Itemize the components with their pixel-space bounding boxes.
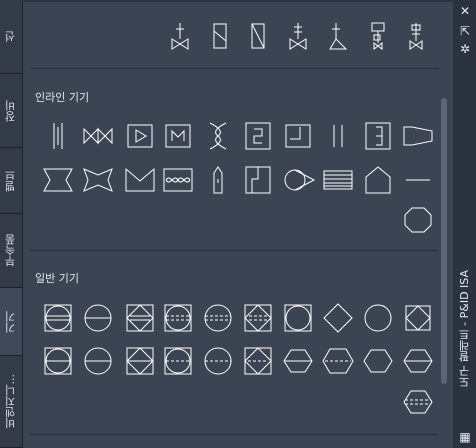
probe-icon[interactable] [201, 164, 235, 196]
meter-s-icon[interactable] [241, 120, 275, 152]
circle-square-2-icon[interactable] [41, 345, 75, 377]
diamond-square-2-icon[interactable] [241, 345, 275, 377]
bar-pipe-icon[interactable] [41, 120, 75, 152]
properties-icon[interactable]: ✲ [457, 42, 473, 56]
valve-angle-icon[interactable] [321, 20, 355, 52]
house-icon[interactable] [361, 164, 395, 196]
wave-icon[interactable] [161, 164, 195, 196]
circle-square-icon[interactable] [41, 302, 75, 334]
hexagon-line-icon[interactable] [401, 345, 435, 377]
tab-label: 기기 [4, 310, 17, 333]
tab-equipment[interactable]: 장비 [0, 74, 22, 148]
hexagon-wide-icon[interactable] [321, 345, 355, 377]
palette-title: 도구 팔레트 - P&ID ISA [453, 270, 476, 430]
hexagon-icon[interactable] [281, 345, 315, 377]
striped-box-icon[interactable] [321, 164, 355, 196]
bracket-box-icon[interactable] [361, 120, 395, 152]
reducer-icon[interactable] [401, 120, 435, 152]
tab-non-engineering[interactable]: 비엔지니... [0, 356, 22, 448]
circle-line-2-icon[interactable] [81, 345, 115, 377]
square-diamond-icon[interactable] [123, 302, 157, 334]
bowtie-icon[interactable] [81, 164, 115, 196]
square-diamond-2-icon[interactable] [123, 345, 157, 377]
valve-actuator-icon[interactable] [163, 20, 197, 52]
double-line-icon[interactable] [321, 120, 355, 152]
nozzle-icon[interactable] [41, 164, 75, 196]
section-divider [31, 434, 439, 435]
pointer-circle-icon[interactable] [281, 164, 316, 196]
hexagon-dash-icon[interactable] [401, 386, 435, 418]
diamond-icon[interactable] [321, 302, 355, 334]
palette-title-text: 도구 팔레트 - P&ID ISA [457, 270, 471, 388]
line-icon[interactable] [401, 164, 435, 196]
tab-label: 장비 [4, 99, 17, 122]
corner-box-icon[interactable] [281, 120, 315, 152]
scrollbar-thumb[interactable] [441, 98, 447, 384]
valve-rect-icon[interactable] [203, 20, 237, 52]
palette-tabs: 선 장비 밸브 부속품 기기 비엔지니... [0, 0, 22, 448]
circle-square-dash-icon[interactable] [161, 302, 195, 334]
tab-valves[interactable]: 밸브 [0, 148, 22, 214]
tab-label: 밸브 [4, 169, 17, 192]
wedge-icon[interactable] [123, 164, 157, 196]
tab-fittings[interactable]: 부속품 [0, 214, 22, 288]
section-divider [31, 68, 439, 69]
palette-content: 인라인 기기 일반 기기 [22, 2, 453, 448]
circle-dash-icon[interactable] [201, 302, 235, 334]
valve-solenoid-icon[interactable] [361, 20, 395, 52]
section-title-general: 일반 기기 [35, 272, 79, 285]
tab-instruments[interactable]: 기기 [0, 288, 22, 356]
palette-title-bar: ✕ ⇱ ✲ 도구 팔레트 - P&ID ISA ▦ [453, 0, 476, 448]
valve-weight-icon[interactable] [281, 20, 315, 52]
valve-diaphragm-icon[interactable] [399, 20, 433, 52]
tab-label: 비엔지니... [4, 374, 17, 429]
menu-icon[interactable]: ▦ [457, 430, 473, 444]
circle-dash-2-icon[interactable] [201, 345, 235, 377]
step-box-icon[interactable] [241, 164, 275, 196]
section-divider [31, 250, 439, 251]
valve-double-icon[interactable] [81, 120, 115, 152]
venturi-icon[interactable] [201, 120, 235, 152]
tab-label: 선 [4, 31, 17, 42]
meter-arrow-icon[interactable] [123, 120, 157, 152]
tab-label: 부속품 [4, 234, 17, 267]
section-title-inline: 인라인 기기 [35, 91, 90, 104]
circle-in-square-icon[interactable] [281, 302, 315, 334]
octagon-icon[interactable] [401, 204, 435, 236]
autohide-icon[interactable]: ⇱ [457, 24, 473, 38]
circle-icon[interactable] [361, 302, 395, 334]
close-icon[interactable]: ✕ [457, 4, 473, 18]
tool-palette-window: 선 장비 밸브 부속품 기기 비엔지니... 인라인 기기 일반 기기 ✕ ⇱ … [0, 0, 476, 448]
valve-rect-diag-icon[interactable] [241, 20, 275, 52]
circle-line-icon[interactable] [81, 302, 115, 334]
hexagon-2-icon[interactable] [361, 345, 395, 377]
tab-lines[interactable]: 선 [0, 0, 22, 74]
diamond-square-icon[interactable] [241, 302, 275, 334]
meter-m-icon[interactable] [161, 120, 195, 152]
circle-square-dash-2-icon[interactable] [161, 345, 195, 377]
square-x-icon[interactable] [401, 302, 435, 334]
